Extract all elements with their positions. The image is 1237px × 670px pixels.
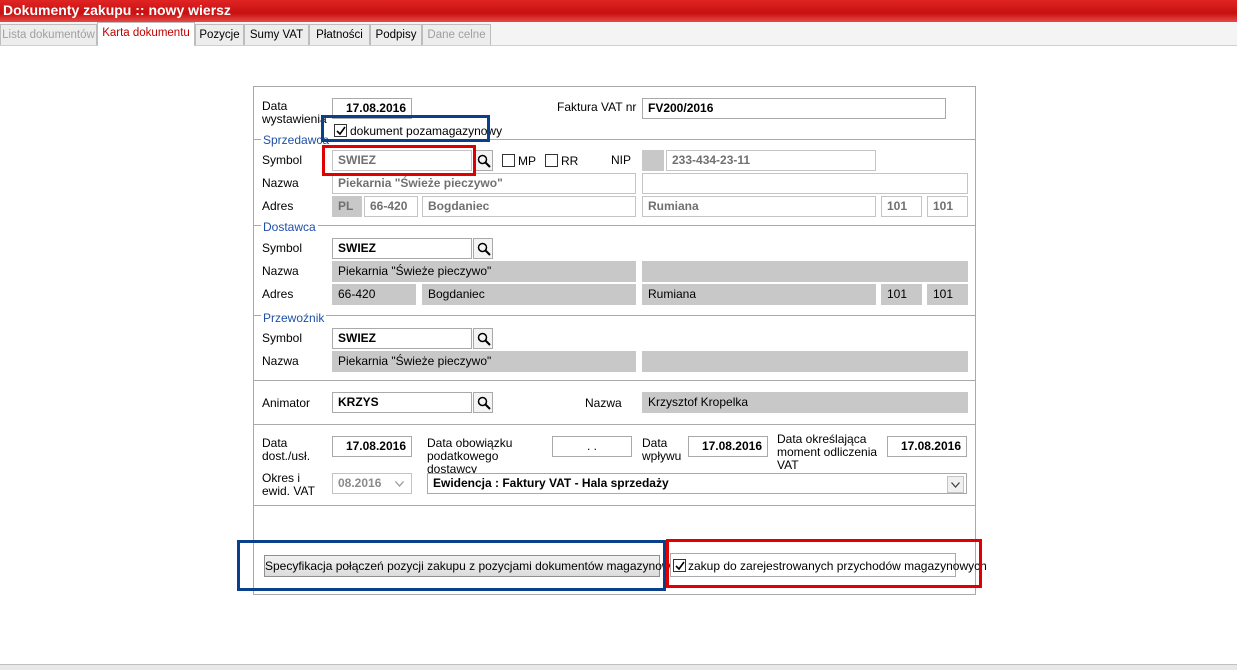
tab-items[interactable]: Pozycje: [195, 24, 244, 45]
tab-document-card[interactable]: Karta dokumentu: [97, 22, 195, 46]
animator-search-button[interactable]: [473, 392, 493, 413]
rr-label: RR: [561, 154, 579, 168]
status-bar: [0, 664, 1237, 670]
receipt-date-label: Data wpływu: [642, 436, 682, 463]
non-warehouse-checkbox[interactable]: [334, 124, 347, 137]
issue-date-field[interactable]: 17.08.2016: [332, 98, 412, 119]
separator: [253, 225, 976, 226]
registered-receipts-checkbox[interactable]: [673, 559, 686, 572]
seller-name-field[interactable]: Piekarnia "Świeże pieczywo": [332, 173, 636, 194]
vat-period-select[interactable]: 08.2016: [332, 473, 412, 494]
supplier-postal-code-field[interactable]: 66-420: [332, 284, 416, 305]
seller-name-label: Nazwa: [262, 176, 299, 190]
supplier-section-title: Dostawca: [261, 220, 318, 234]
separator: [253, 315, 976, 316]
checkmark-icon: [675, 561, 685, 571]
checkmark-icon: [336, 126, 346, 136]
supplier-street-field[interactable]: Rumiana: [642, 284, 876, 305]
chevron-down-icon: [951, 482, 960, 488]
tab-vat-sums[interactable]: Sumy VAT: [244, 24, 309, 45]
deduction-date-label: Data określająca moment odliczenia VAT: [777, 432, 878, 472]
search-icon: [477, 154, 491, 168]
mp-label: MP: [518, 154, 536, 168]
animator-field[interactable]: KRZYS: [332, 392, 472, 413]
supplier-symbol-field[interactable]: SWIEZ: [332, 238, 472, 259]
supplier-name2-field[interactable]: [642, 261, 968, 282]
carrier-search-button[interactable]: [473, 328, 493, 349]
invoice-number-field[interactable]: FV200/2016: [642, 98, 946, 119]
rr-checkbox[interactable]: [545, 154, 558, 167]
registered-receipts-label: zakup do zarejestrowanych przychodów mag…: [688, 559, 987, 573]
window-title: Dokumenty zakupu :: nowy wiersz: [0, 0, 1237, 22]
seller-street-field[interactable]: Rumiana: [642, 196, 876, 217]
separator: [253, 139, 976, 140]
search-icon: [477, 396, 491, 410]
seller-symbol-field[interactable]: SWIEZ: [332, 150, 472, 171]
tax-obligation-date-label: Data obowiązku podatkowego dostawcy: [427, 436, 513, 476]
nip-field[interactable]: 233-434-23-11: [666, 150, 876, 171]
tax-obligation-date-field[interactable]: . .: [552, 436, 632, 457]
separator: [253, 505, 976, 506]
carrier-section-title: Przewoźnik: [261, 311, 327, 325]
seller-postal-code-field[interactable]: 66-420: [364, 196, 418, 217]
deduction-date-field[interactable]: 17.08.2016: [887, 436, 967, 457]
delivery-date-field[interactable]: 17.08.2016: [332, 436, 412, 457]
non-warehouse-label: dokument pozamagazynowy: [350, 124, 503, 138]
supplier-city-field[interactable]: Bogdaniec: [422, 284, 636, 305]
search-icon: [477, 332, 491, 346]
vat-period-dropdown-button[interactable]: [392, 476, 409, 493]
tab-strip: Lista dokumentów Karta dokumentu Pozycje…: [0, 22, 1237, 46]
tab-payments[interactable]: Płatności: [309, 24, 370, 45]
nip-label: NIP: [611, 153, 632, 167]
vat-register-select[interactable]: Ewidencja : Faktury VAT - Hala sprzedaży: [427, 473, 967, 494]
seller-symbol-label: Symbol: [262, 153, 303, 167]
supplier-name-label: Nazwa: [262, 264, 299, 278]
seller-city-field[interactable]: Bogdaniec: [422, 196, 636, 217]
separator: [253, 424, 976, 425]
spec-links-button[interactable]: Specyfikacja połączeń pozycji zakupu z p…: [264, 555, 689, 577]
separator: [253, 541, 976, 542]
supplier-flat-no-field[interactable]: 101: [927, 284, 968, 305]
seller-name2-field[interactable]: [642, 173, 968, 194]
delivery-date-label: Data dost./usł.: [262, 436, 311, 463]
seller-search-button[interactable]: [473, 150, 493, 171]
chevron-down-icon: [395, 481, 404, 487]
seller-section-title: Sprzedawca: [261, 133, 332, 147]
vat-period-label: Okres i ewid. VAT: [262, 471, 315, 498]
search-icon: [477, 242, 491, 256]
supplier-search-button[interactable]: [473, 238, 493, 259]
vat-register-dropdown-button[interactable]: [947, 476, 964, 493]
mp-checkbox[interactable]: [502, 154, 515, 167]
seller-country-field[interactable]: PL: [332, 196, 362, 217]
invoice-number-label: Faktura VAT nr: [557, 100, 637, 114]
animator-label: Animator: [262, 396, 311, 410]
animator-name-label: Nazwa: [585, 396, 622, 410]
carrier-name-field[interactable]: Piekarnia "Świeże pieczywo": [332, 351, 636, 372]
supplier-address-label: Adres: [262, 287, 294, 301]
seller-house-no-field[interactable]: 101: [881, 196, 922, 217]
tab-document-list[interactable]: Lista dokumentów: [0, 24, 97, 45]
carrier-name-label: Nazwa: [262, 354, 299, 368]
separator: [253, 380, 976, 381]
seller-address-label: Adres: [262, 199, 294, 213]
tab-signatures[interactable]: Podpisy: [370, 24, 422, 45]
receipt-date-field[interactable]: 17.08.2016: [688, 436, 768, 457]
animator-name-field[interactable]: Krzysztof Kropelka: [642, 392, 968, 413]
issue-date-label: Data wystawienia: [262, 99, 327, 126]
supplier-name-field[interactable]: Piekarnia "Świeże pieczywo": [332, 261, 636, 282]
carrier-name2-field[interactable]: [642, 351, 968, 372]
supplier-symbol-label: Symbol: [262, 241, 303, 255]
carrier-symbol-field[interactable]: SWIEZ: [332, 328, 472, 349]
seller-flat-no-field[interactable]: 101: [927, 196, 968, 217]
tab-customs-data[interactable]: Dane celne: [422, 24, 491, 45]
nip-prefix-field[interactable]: [642, 150, 664, 171]
carrier-symbol-label: Symbol: [262, 331, 303, 345]
vat-period-value: 08.2016: [338, 476, 382, 490]
supplier-house-no-field[interactable]: 101: [881, 284, 922, 305]
vat-register-value: Ewidencja : Faktury VAT - Hala sprzedaży: [433, 476, 669, 490]
